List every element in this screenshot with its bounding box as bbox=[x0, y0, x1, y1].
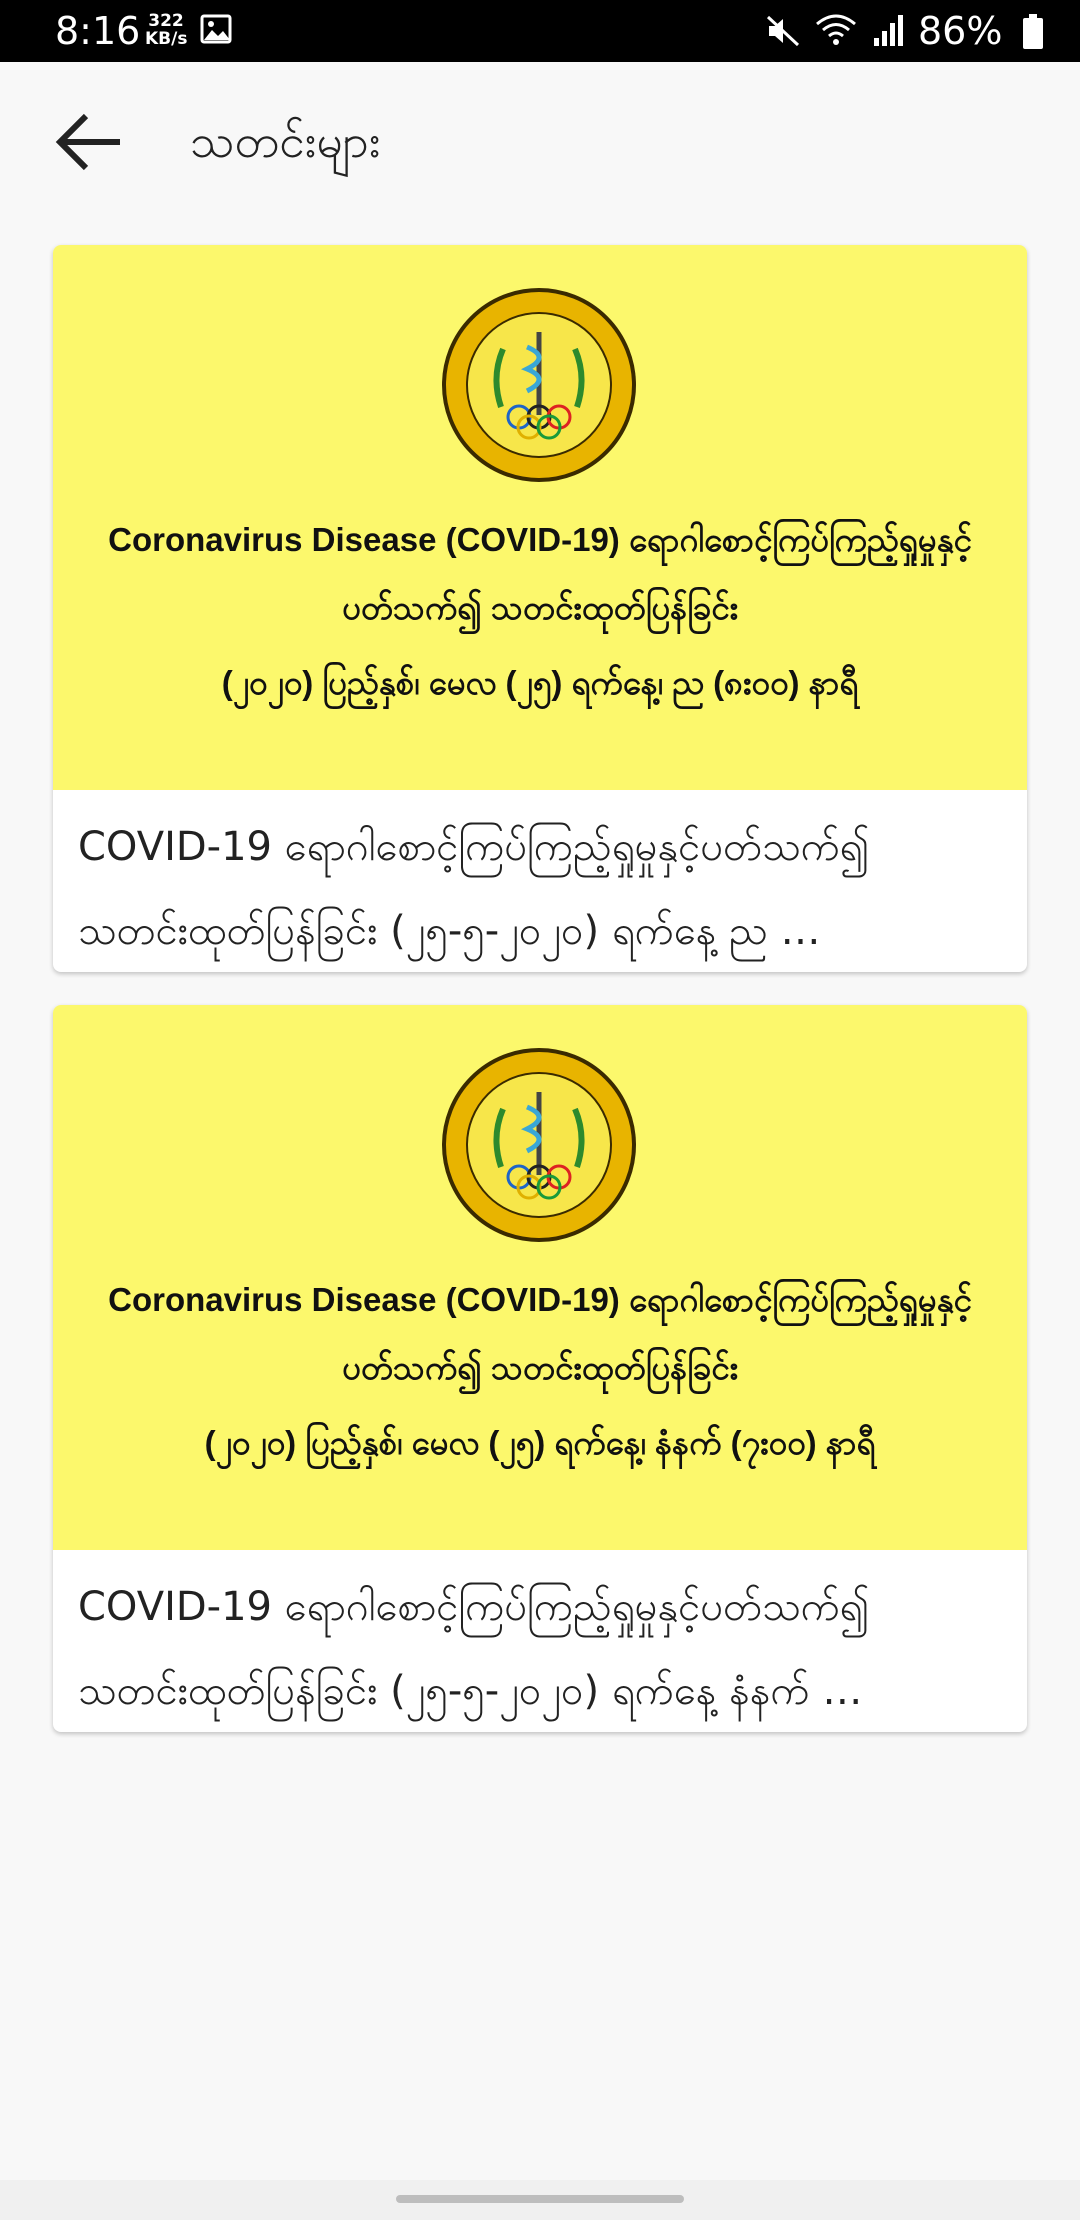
mute-icon bbox=[765, 14, 801, 52]
wifi-icon bbox=[815, 12, 857, 52]
news-card[interactable]: Coronavirus Disease (COVID-19) ရောဂါစောင… bbox=[53, 245, 1027, 972]
home-gesture-handle[interactable] bbox=[396, 2195, 684, 2203]
news-banner: Coronavirus Disease (COVID-19) ရောဂါစောင… bbox=[53, 1005, 1027, 1550]
page-title: သတင်းများ bbox=[190, 114, 381, 168]
signal-icon bbox=[872, 12, 906, 52]
banner-date-line: (၂၀၂၀) ပြည့်နှစ်၊ မေလ (၂၅) ရက်နေ့၊ နံနက်… bbox=[204, 1424, 876, 1461]
ministry-seal-icon bbox=[441, 1047, 637, 1243]
battery-icon bbox=[1022, 14, 1044, 54]
image-icon bbox=[200, 14, 232, 48]
back-button[interactable] bbox=[50, 102, 130, 182]
network-speed: 322 KB/s bbox=[145, 11, 188, 49]
news-summary: COVID-19 ရောဂါစောင့်ကြပ်ကြည့်ရှုမှုနှင့်… bbox=[78, 824, 870, 954]
banner-title-line: ပတ်သက်၍ သတင်းထုတ်ပြန်ခြင်း bbox=[342, 1349, 738, 1386]
news-banner: Coronavirus Disease (COVID-19) ရောဂါစောင… bbox=[53, 245, 1027, 790]
banner-title-line: Coronavirus Disease (COVID-19) ရောဂါစောင… bbox=[108, 521, 972, 558]
app-bar: သတင်းများ bbox=[0, 62, 1080, 212]
arrow-left-icon bbox=[55, 113, 120, 171]
banner-title-line: Coronavirus Disease (COVID-19) ရောဂါစောင… bbox=[108, 1281, 972, 1318]
battery-percent: 86% bbox=[918, 9, 1003, 53]
news-card[interactable]: Coronavirus Disease (COVID-19) ရောဂါစောင… bbox=[53, 1005, 1027, 1732]
status-bar: 8:16 322 KB/s 86% bbox=[0, 0, 1080, 62]
banner-date-line: (၂၀၂၀) ပြည့်နှစ်၊ မေလ (၂၅) ရက်နေ့၊ ည (၈း… bbox=[221, 664, 859, 701]
banner-title-line: ပတ်သက်၍ သတင်းထုတ်ပြန်ခြင်း bbox=[342, 589, 738, 626]
news-summary: COVID-19 ရောဂါစောင့်ကြပ်ကြည့်ရှုမှုနှင့်… bbox=[78, 1584, 870, 1714]
status-time: 8:16 bbox=[55, 9, 141, 53]
ministry-seal-icon bbox=[441, 287, 637, 483]
